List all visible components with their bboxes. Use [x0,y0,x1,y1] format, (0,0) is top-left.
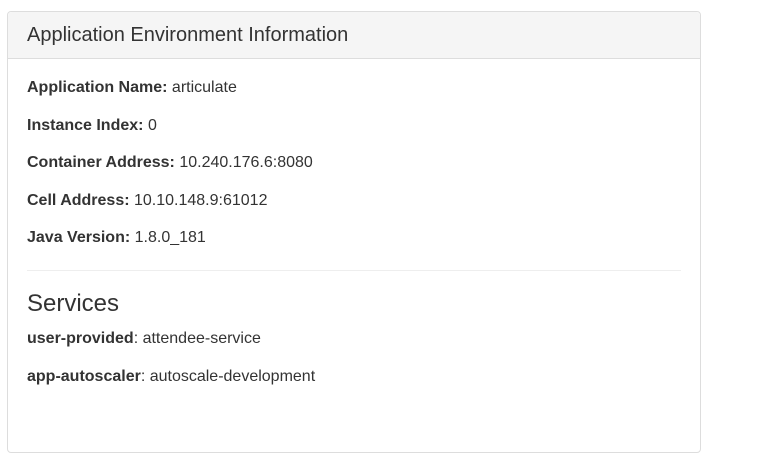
panel-heading: Application Environment Information [8,12,700,59]
service-label: app-autoscaler [27,367,141,385]
info-application-name: Application Name: articulate [27,77,681,99]
panel-body: Application Name: articulate Instance In… [8,59,700,388]
service-value: autoscale-development [149,367,316,385]
services-heading: Services [27,290,120,317]
divider [27,270,681,271]
info-label: Application Name: [27,79,168,96]
service-item: app-autoscaler: autoscale-development [27,367,316,385]
info-label: Instance Index: [27,116,144,134]
info-value: 1.8.0_181 [134,229,206,246]
info-value: articulate [171,79,237,96]
info-value: 10.240.176.6:8080 [179,154,313,171]
panel-title: Application Environment Information [27,23,349,46]
service-label: user-provided [27,330,134,347]
info-label: Java Version: [27,229,131,246]
info-instance-index: Instance Index: 0 [27,115,681,137]
environment-panel: Application Environment Information Appl… [7,11,701,453]
info-label: Container Address: [27,154,175,171]
info-value: 10.10.148.9:61012 [134,191,268,209]
info-cell-address: Cell Address: 10.10.148.9:61012 [27,190,681,212]
info-java-version: Java Version: 1.8.0_181 [27,227,681,249]
service-item: user-provided: attendee-service [27,330,261,347]
info-container-address: Container Address: 10.240.176.6:8080 [27,152,681,174]
service-value: attendee-service [142,330,261,347]
info-label: Cell Address: [27,191,130,209]
info-value: 0 [147,116,157,134]
